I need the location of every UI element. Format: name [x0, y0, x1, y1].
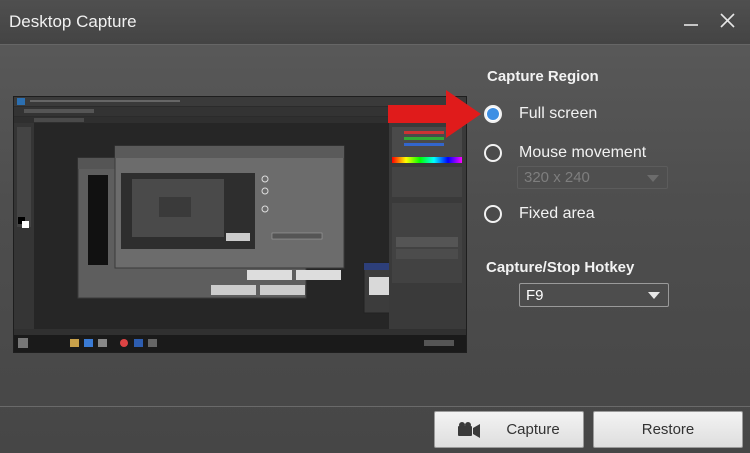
chevron-down-icon — [648, 292, 660, 299]
minimize-icon — [684, 24, 698, 26]
close-icon — [720, 13, 735, 28]
radio-full-screen-label: Full screen — [519, 105, 598, 122]
hotkey-value: F9 — [526, 286, 544, 304]
close-button[interactable] — [716, 10, 738, 32]
title-bar: Desktop Capture — [0, 0, 750, 44]
restore-button-label: Restore — [641, 421, 695, 438]
capture-size-select[interactable]: 320 x 240 — [517, 166, 668, 189]
capture-button[interactable]: Capture — [434, 411, 584, 448]
radio-fixed-area[interactable]: Fixed area — [484, 202, 595, 226]
desktop-capture-window: Desktop Capture Capture Region Full scre… — [0, 0, 750, 453]
radio-full-screen[interactable]: Full screen — [484, 102, 597, 126]
capture-button-label: Capture — [506, 421, 560, 438]
chevron-down-icon — [647, 174, 659, 182]
minimize-button[interactable] — [680, 10, 702, 32]
radio-mouse-movement[interactable]: Mouse movement — [484, 141, 646, 165]
capture-size-value: 320 x 240 — [524, 169, 590, 186]
window-title: Desktop Capture — [9, 12, 137, 31]
title-divider — [0, 44, 750, 45]
radio-fixed-area-indicator[interactable] — [484, 205, 502, 223]
red-arrow-icon — [388, 90, 481, 138]
radio-fixed-area-label: Fixed area — [519, 205, 595, 222]
radio-mouse-movement-label: Mouse movement — [519, 144, 647, 161]
capture-region-title: Capture Region — [487, 68, 599, 85]
footer-divider — [0, 406, 750, 407]
hotkey-title: Capture/Stop Hotkey — [486, 259, 635, 276]
radio-full-screen-indicator[interactable] — [484, 105, 502, 123]
camera-icon — [458, 421, 481, 438]
radio-mouse-movement-indicator[interactable] — [484, 144, 502, 162]
hotkey-select[interactable]: F9 — [519, 283, 669, 307]
restore-button[interactable]: Restore — [593, 411, 743, 448]
